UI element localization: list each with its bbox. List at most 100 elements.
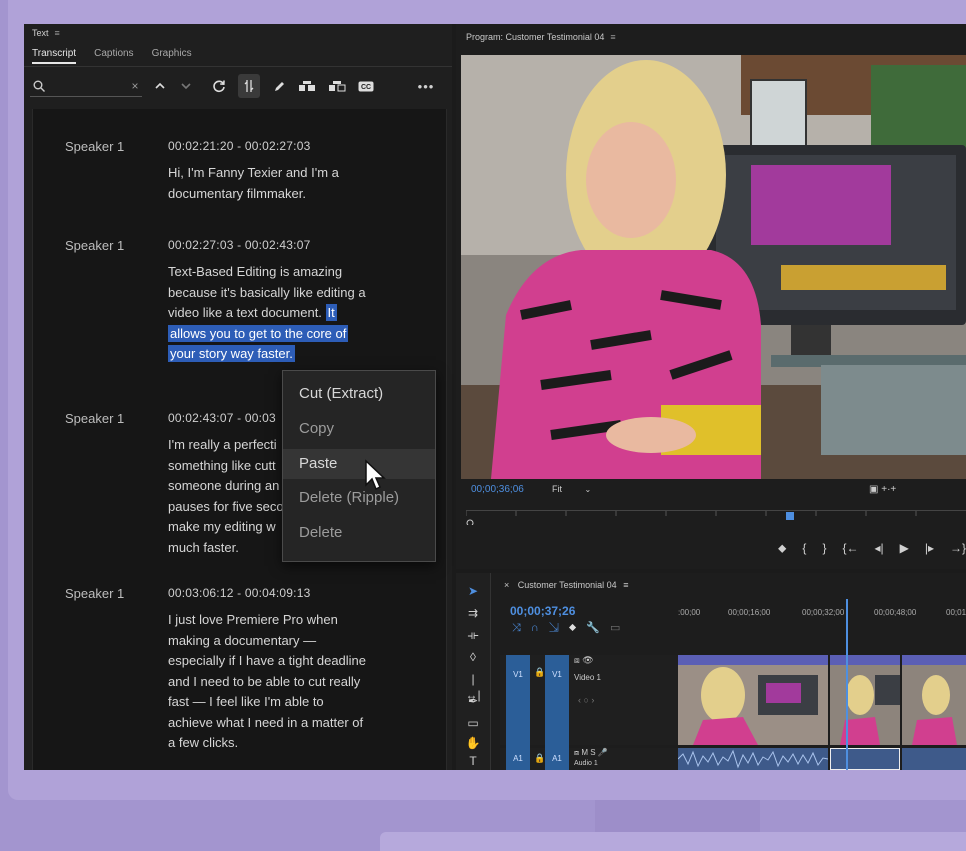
play-icon[interactable]: ▶ bbox=[900, 541, 909, 556]
track-name: Audio 1 bbox=[574, 760, 598, 767]
razor-tool-icon[interactable]: ◊ bbox=[465, 649, 481, 665]
video-preview[interactable] bbox=[461, 55, 966, 479]
clip-thumbnail bbox=[678, 665, 828, 745]
mouse-pointer-icon bbox=[364, 459, 390, 498]
hand-tool-icon[interactable]: ✋ bbox=[465, 735, 481, 751]
segment-timecode: 00:02:27:03 - 00:02:43:07 bbox=[168, 238, 311, 252]
selected-text[interactable]: allows you to get to the core of bbox=[168, 324, 349, 342]
mark-out-icon[interactable]: } bbox=[822, 541, 826, 556]
type-tool-icon[interactable]: T bbox=[465, 753, 481, 769]
add-marker-icon[interactable]: ⬥ bbox=[778, 541, 786, 556]
merge-segments-icon[interactable] bbox=[326, 74, 348, 98]
go-to-out-icon[interactable]: →} bbox=[950, 541, 966, 556]
zoom-fit-select[interactable]: Fit ⌄ bbox=[552, 484, 591, 494]
mark-in-icon[interactable]: { bbox=[802, 541, 806, 556]
segment-timecode: 00:02:43:07 - 00:03 bbox=[168, 411, 276, 425]
ruler-label: 00;00;32;00 bbox=[802, 608, 845, 617]
text-line: especially if I have a tight deadline bbox=[168, 653, 367, 668]
menu-item-paste[interactable]: Paste bbox=[283, 449, 435, 479]
speaker-label[interactable]: Speaker 1 bbox=[65, 411, 124, 426]
clip-thumbnail bbox=[902, 665, 966, 745]
chevron-down-icon: ⌄ bbox=[584, 485, 592, 494]
ruler-label: 00;01 bbox=[946, 608, 966, 617]
panel-header: Text ≡ bbox=[32, 28, 60, 38]
search-underline bbox=[30, 96, 142, 97]
lock-icon[interactable]: 🔒 bbox=[534, 667, 545, 678]
mute-button[interactable]: M bbox=[581, 748, 588, 757]
clear-search-icon[interactable]: × bbox=[128, 74, 142, 98]
lock-icon[interactable]: 🔒 bbox=[534, 753, 545, 764]
more-options-icon[interactable]: ••• bbox=[416, 74, 436, 98]
audio-track-controls[interactable]: ⧈ M S 🎤 bbox=[574, 748, 608, 758]
sequence-title[interactable]: Customer Testimonial 04 bbox=[518, 580, 617, 590]
selected-text[interactable]: It bbox=[325, 304, 337, 321]
go-to-in-icon[interactable]: {← bbox=[842, 541, 858, 556]
split-segment-icon[interactable] bbox=[296, 74, 318, 98]
timeline-ruler[interactable]: :00;00 00;00;16;00 00;00;32;00 00;00;48;… bbox=[678, 608, 966, 620]
refresh-icon[interactable] bbox=[210, 74, 228, 98]
ripple-edit-tool-icon[interactable]: ⟛ bbox=[465, 627, 481, 643]
text-line: Text-Based Editing is amazing bbox=[168, 264, 343, 279]
selection-tool-icon[interactable]: ➤ bbox=[465, 583, 481, 599]
sync-icon[interactable] bbox=[238, 74, 260, 98]
rectangle-tool-icon[interactable]: ▭ bbox=[465, 715, 481, 731]
tab-transcript[interactable]: Transcript bbox=[32, 48, 77, 64]
search-input[interactable] bbox=[50, 78, 130, 96]
monitor-stand-base bbox=[380, 832, 966, 851]
menu-item-copy[interactable]: Copy bbox=[283, 414, 435, 444]
program-header: Program: Customer Testimonial 04 ≡ bbox=[466, 32, 616, 42]
settings-icon[interactable]: ▣ +·+ bbox=[869, 484, 896, 495]
step-back-icon[interactable]: ◂| bbox=[874, 541, 883, 556]
audio-clip[interactable] bbox=[902, 748, 966, 770]
video-clip[interactable] bbox=[902, 655, 966, 745]
transcript-text[interactable]: I just love Premiere Pro when making a d… bbox=[168, 610, 383, 754]
captions-cc-icon[interactable]: CC bbox=[356, 74, 376, 98]
transcript-text[interactable]: Text-Based Editing is amazing because it… bbox=[168, 262, 383, 365]
track-target-a1[interactable]: A1 bbox=[545, 748, 569, 770]
sequence-menu-icon[interactable]: ≡ bbox=[623, 580, 628, 590]
ruler-label: :00;00 bbox=[678, 608, 701, 617]
program-playhead[interactable] bbox=[786, 512, 794, 520]
program-monitor: Program: Customer Testimonial 04 ≡ 00;00… bbox=[456, 24, 966, 569]
video-clip[interactable] bbox=[830, 655, 900, 745]
panel-title: Text bbox=[32, 28, 49, 38]
speaker-label[interactable]: Speaker 1 bbox=[65, 238, 124, 253]
edit-pencil-icon[interactable] bbox=[270, 74, 288, 98]
slip-tool-icon[interactable]: |↔| bbox=[465, 671, 481, 702]
panel-menu-icon[interactable]: ≡ bbox=[55, 28, 60, 38]
selected-text[interactable]: your story way faster. bbox=[168, 345, 295, 362]
text-line: achieve what I need in a matter of bbox=[168, 714, 364, 730]
speaker-label[interactable]: Speaker 1 bbox=[65, 586, 124, 601]
audio-clip[interactable] bbox=[830, 748, 900, 770]
menu-item-delete-ripple[interactable]: Delete (Ripple) bbox=[283, 483, 435, 513]
program-timecode[interactable]: 00;00;36;06 bbox=[471, 484, 524, 495]
track-source-a1[interactable]: A1 bbox=[506, 748, 530, 770]
tab-graphics[interactable]: Graphics bbox=[152, 48, 192, 64]
solo-button[interactable]: S bbox=[590, 748, 595, 757]
speaker-label[interactable]: Speaker 1 bbox=[65, 139, 124, 154]
audio-clip[interactable] bbox=[677, 748, 829, 770]
step-forward-icon[interactable]: |▸ bbox=[925, 541, 934, 556]
previous-result-icon[interactable] bbox=[152, 74, 168, 98]
menu-item-cut-extract[interactable]: Cut (Extract) bbox=[283, 379, 435, 409]
program-menu-icon[interactable]: ≡ bbox=[610, 32, 615, 42]
timeline-options-icons[interactable]: ⤨∩⇲⬥🔧▭ bbox=[512, 621, 630, 635]
ruler-label: 00;00;16;00 bbox=[728, 608, 771, 617]
program-ruler[interactable] bbox=[465, 510, 966, 527]
svg-text:CC: CC bbox=[361, 84, 371, 91]
track-select-tool-icon[interactable]: ⇉ bbox=[465, 605, 481, 621]
toggle-output-icon[interactable]: ⧈ 👁 bbox=[574, 655, 594, 666]
divider bbox=[24, 66, 452, 67]
search-icon[interactable] bbox=[30, 74, 48, 98]
timeline-playhead[interactable] bbox=[846, 599, 848, 770]
text-line: Hi, I'm Fanny Texier and I'm a bbox=[168, 165, 339, 180]
close-tab-icon[interactable]: × bbox=[504, 580, 509, 590]
pen-tool-icon[interactable]: ✒ bbox=[465, 693, 481, 709]
transcript-text[interactable]: Hi, I'm Fanny Texier and I'm a documenta… bbox=[168, 163, 383, 204]
keyframe-nav-icon[interactable]: ‹ ○ › bbox=[578, 695, 594, 705]
next-result-icon[interactable] bbox=[178, 74, 194, 98]
menu-item-delete[interactable]: Delete bbox=[283, 518, 435, 548]
tab-captions[interactable]: Captions bbox=[94, 48, 133, 64]
video-clip[interactable]: Interview_03_... bbox=[678, 655, 828, 745]
sequence-timecode[interactable]: 00;00;37;26 bbox=[510, 604, 575, 618]
